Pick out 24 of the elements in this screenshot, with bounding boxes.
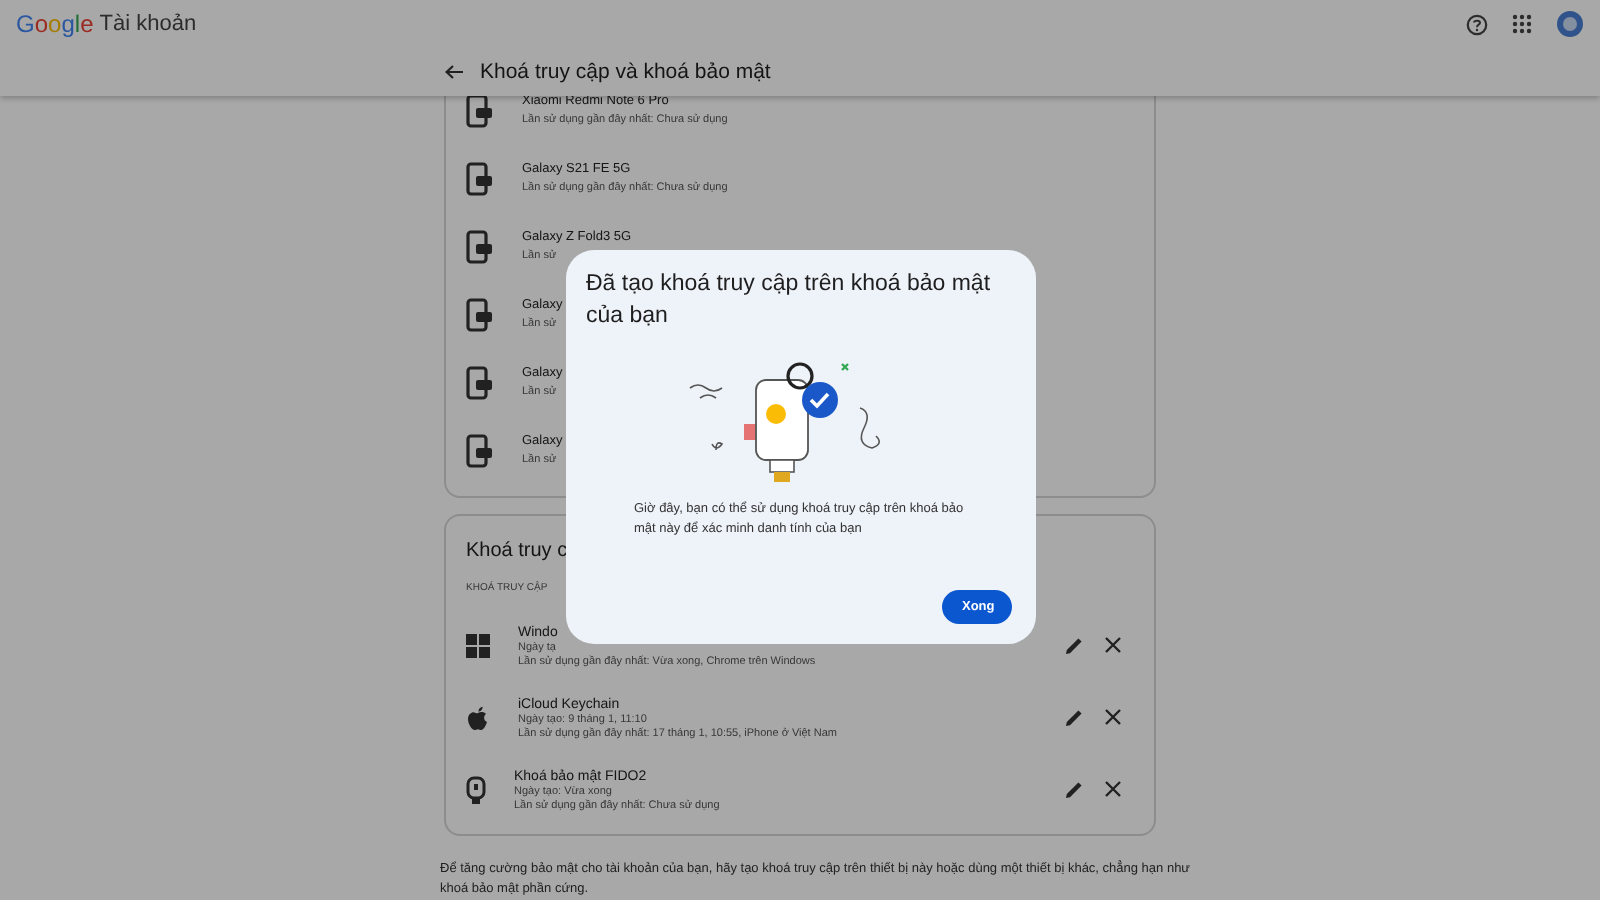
edit-button[interactable]: [1064, 780, 1084, 800]
apple-icon: [466, 705, 490, 731]
security-key-icon: [466, 775, 486, 805]
phone-icon: [466, 93, 494, 127]
google-logo[interactable]: Google: [16, 10, 94, 38]
dialog-title: Đã tạo khoá truy cập trên khoá bảo mật của bạn: [586, 270, 993, 332]
section-title: Khoá truy c: [466, 540, 568, 562]
delete-button[interactable]: [1104, 780, 1122, 800]
product-name: Tài khoản: [99, 12, 197, 36]
delete-button[interactable]: [1104, 636, 1122, 656]
edit-button[interactable]: [1064, 636, 1084, 656]
phone-icon: [466, 433, 494, 467]
apps-icon[interactable]: [1512, 14, 1532, 34]
phone-icon: [466, 161, 494, 195]
phone-icon: [466, 365, 494, 399]
back-arrow-icon[interactable]: [444, 64, 464, 80]
phone-icon: [466, 229, 494, 263]
help-icon[interactable]: [1466, 13, 1488, 35]
edit-button[interactable]: [1064, 708, 1084, 728]
windows-icon: [466, 634, 490, 658]
phone-icon: [466, 297, 494, 331]
page-title: Khoá truy cập và khoá bảo mật: [480, 60, 771, 84]
delete-button[interactable]: [1104, 708, 1122, 728]
avatar[interactable]: [1556, 10, 1584, 38]
